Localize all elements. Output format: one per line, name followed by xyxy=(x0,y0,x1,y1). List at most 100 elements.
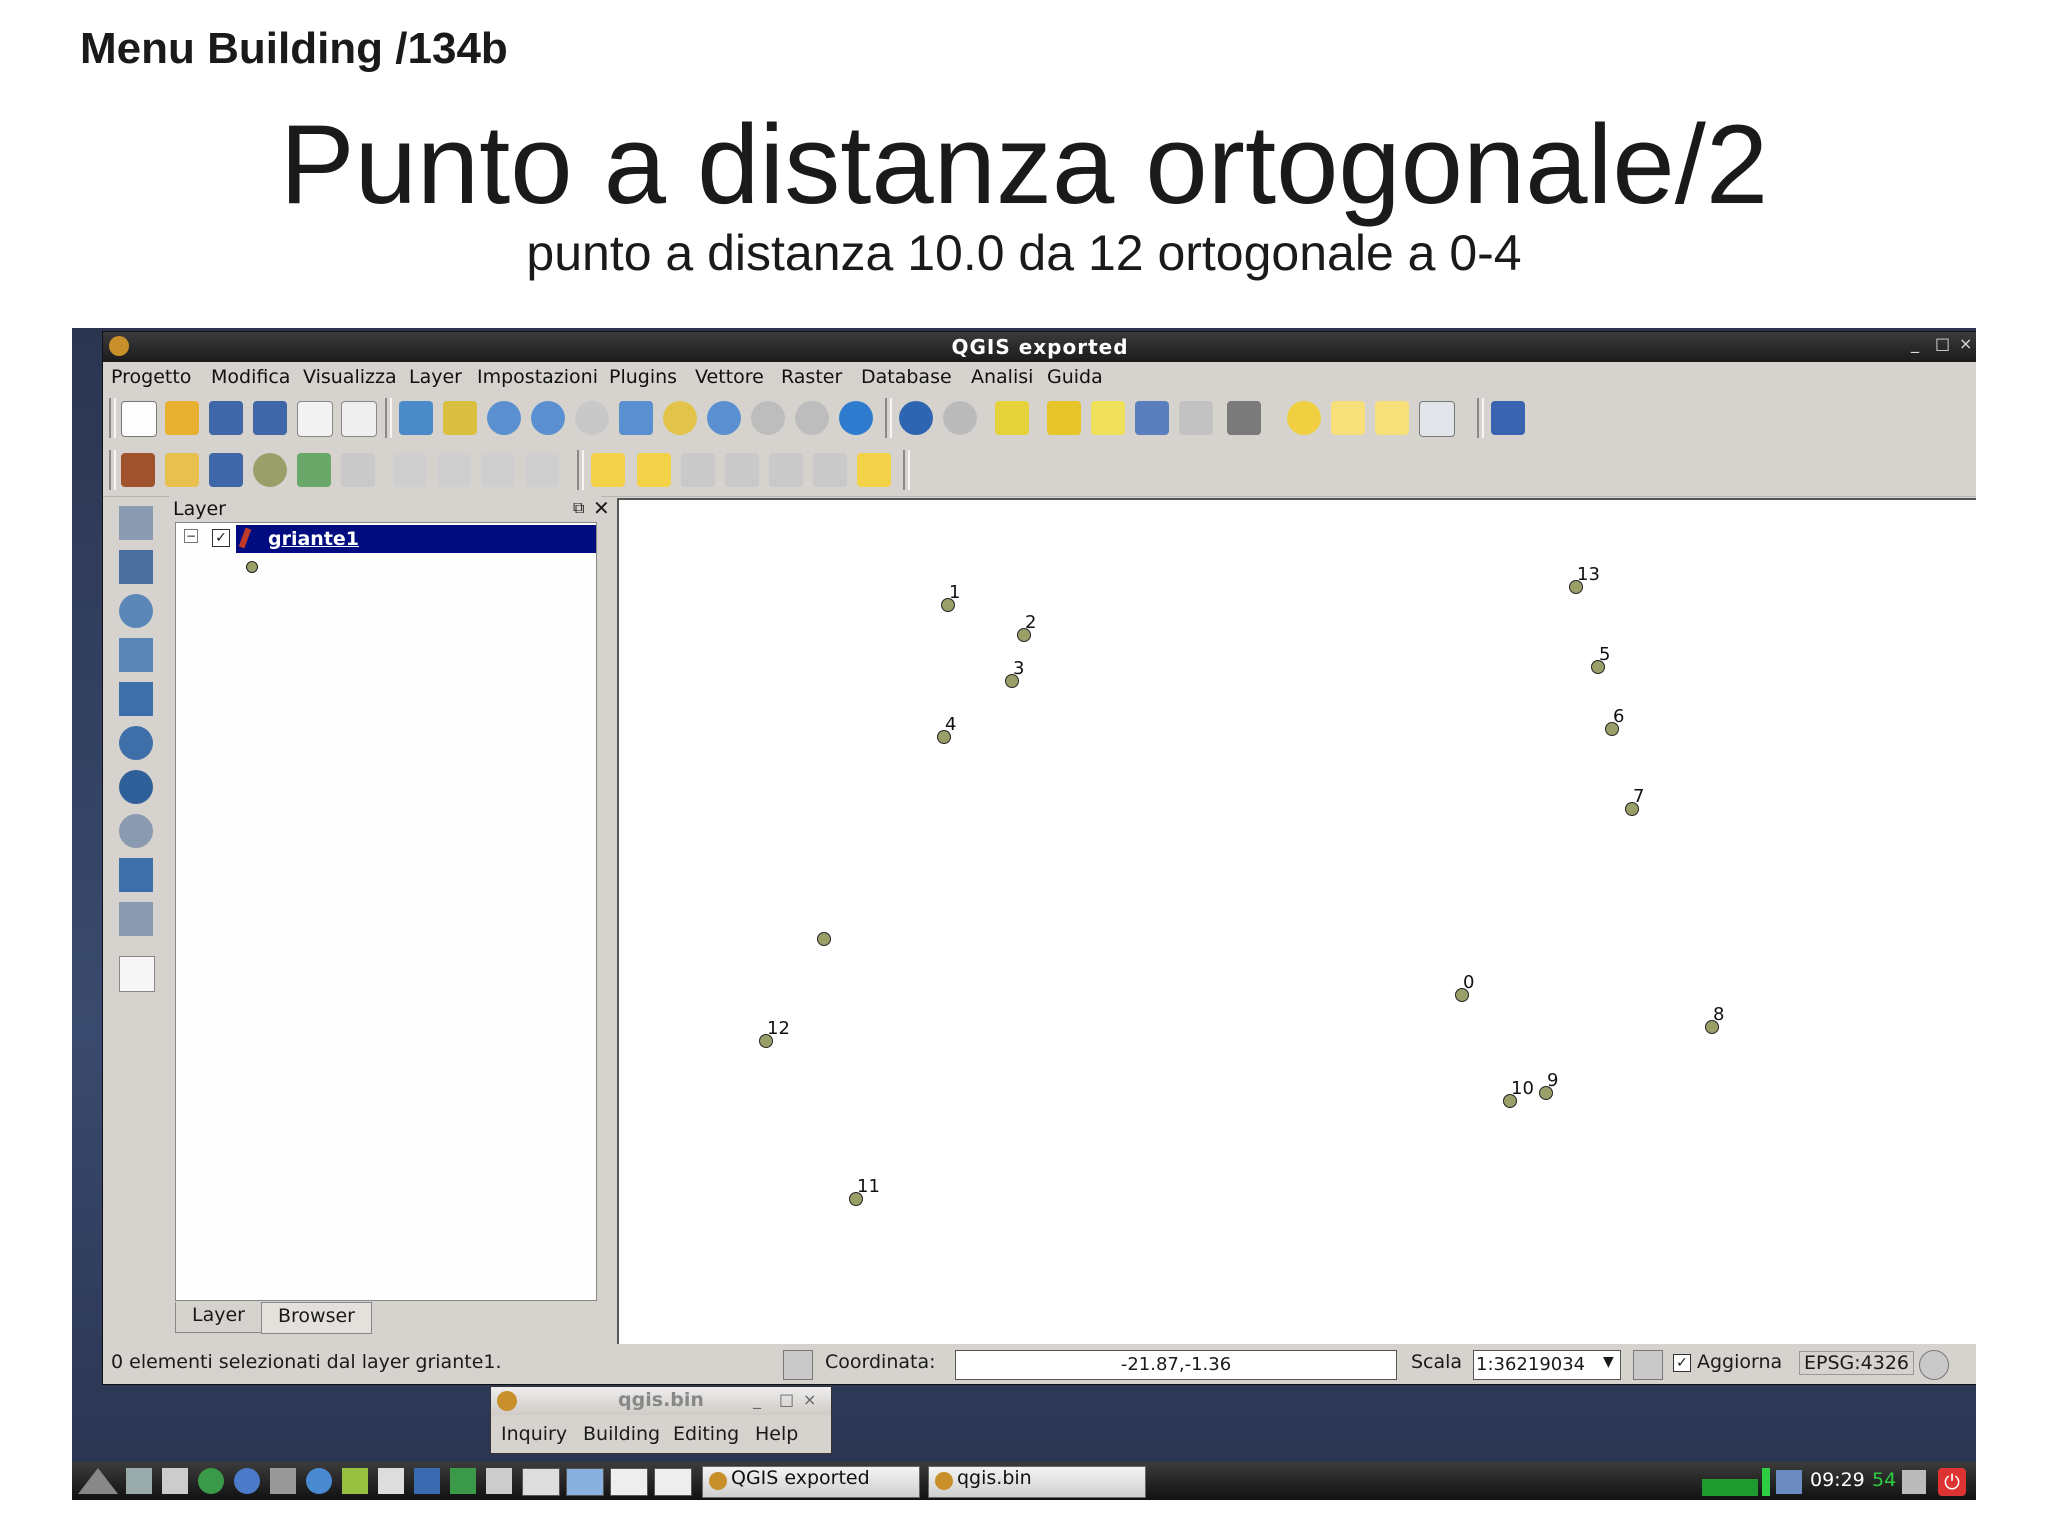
deselect-icon[interactable] xyxy=(1047,401,1081,435)
add-wms-layer-icon[interactable] xyxy=(119,726,153,760)
zoom-last-icon[interactable] xyxy=(751,401,785,435)
power-icon[interactable]: ⏻ xyxy=(1938,1468,1966,1496)
coordinate-field[interactable]: -21.87,-1.36 xyxy=(955,1350,1397,1380)
pan-icon[interactable] xyxy=(399,401,433,435)
save-as-icon[interactable] xyxy=(253,401,287,435)
stop-render-icon[interactable] xyxy=(1633,1350,1663,1380)
task-qgis-exported[interactable]: QGIS exported xyxy=(702,1466,920,1498)
attribute-table-icon[interactable] xyxy=(1135,401,1169,435)
collapse-icon[interactable]: − xyxy=(184,529,198,543)
add-raster-layer-icon[interactable] xyxy=(119,550,153,584)
start-menu-icon[interactable] xyxy=(78,1468,118,1494)
tray-icon[interactable] xyxy=(1902,1470,1926,1494)
change-label-icon[interactable] xyxy=(857,453,891,487)
add-postgis-layer-icon[interactable] xyxy=(119,594,153,628)
window-switch-icon[interactable] xyxy=(486,1468,512,1494)
delete-selected-icon[interactable] xyxy=(393,453,427,487)
new-bookmark-icon[interactable] xyxy=(1331,401,1365,435)
render-checkbox[interactable]: ✓ xyxy=(1673,1354,1691,1372)
scale-combobox[interactable]: 1:36219034 xyxy=(1473,1350,1621,1380)
editor-icon[interactable] xyxy=(378,1468,404,1494)
toolbar-handle[interactable] xyxy=(109,398,116,438)
layer-diagram-icon[interactable] xyxy=(637,453,671,487)
action-icon[interactable] xyxy=(943,401,977,435)
add-wcs-layer-icon[interactable] xyxy=(119,770,153,804)
writer-icon[interactable] xyxy=(414,1468,440,1494)
remove-layer-icon[interactable] xyxy=(119,956,155,992)
show-bookmarks-icon[interactable] xyxy=(1375,401,1409,435)
crs-button[interactable]: EPSG:4326 xyxy=(1799,1351,1915,1375)
move-feature-icon[interactable] xyxy=(297,453,331,487)
workspace-2[interactable] xyxy=(566,1468,604,1496)
text-annotation-icon[interactable] xyxy=(1419,401,1455,437)
zoom-to-layer-icon[interactable] xyxy=(707,401,741,435)
toolbar-handle[interactable] xyxy=(109,450,116,490)
maximize-button[interactable]: □ xyxy=(779,1390,794,1409)
select-features-icon[interactable] xyxy=(995,401,1029,435)
pin-labels-icon[interactable] xyxy=(681,453,715,487)
toggle-editing-icon[interactable] xyxy=(165,453,199,487)
add-vector-layer-icon[interactable] xyxy=(119,506,153,540)
measure-icon[interactable] xyxy=(1227,401,1261,435)
node-tool-icon[interactable] xyxy=(341,453,375,487)
toggle-coordinates-icon[interactable] xyxy=(783,1350,813,1380)
crs-status-icon[interactable] xyxy=(1919,1350,1949,1380)
new-project-icon[interactable] xyxy=(121,401,157,437)
layer-labeling-icon[interactable] xyxy=(591,453,625,487)
zoom-to-selection-icon[interactable] xyxy=(663,401,697,435)
qgis-launcher-icon[interactable] xyxy=(342,1468,368,1494)
whats-this-icon[interactable] xyxy=(1535,401,1569,435)
chevron-down-icon[interactable]: ▼ xyxy=(1603,1354,1614,1370)
close-button[interactable]: × xyxy=(803,1390,816,1409)
zoom-full-icon[interactable] xyxy=(619,401,653,435)
app-launcher-icon[interactable] xyxy=(270,1468,296,1494)
menu-editing[interactable]: Editing xyxy=(673,1423,739,1445)
menu-raster[interactable]: Raster xyxy=(781,366,842,388)
menu-visualizza[interactable]: Visualizza xyxy=(303,366,397,388)
add-spatialite-layer-icon[interactable] xyxy=(119,638,153,672)
network-icon[interactable] xyxy=(1776,1470,1802,1494)
menu-database[interactable]: Database xyxy=(861,366,952,388)
cut-features-icon[interactable] xyxy=(437,453,471,487)
workspace-4[interactable] xyxy=(654,1468,692,1496)
zoom-next-icon[interactable] xyxy=(795,401,829,435)
map-point[interactable] xyxy=(817,932,831,946)
map-tips-icon[interactable] xyxy=(1287,401,1321,435)
menu-progetto[interactable]: Progetto xyxy=(111,366,191,388)
add-wfs-layer-icon[interactable] xyxy=(119,814,153,848)
layer-visibility-checkbox[interactable]: ✓ xyxy=(212,529,230,547)
maximize-button[interactable]: □ xyxy=(1935,334,1950,353)
menu-guida[interactable]: Guida xyxy=(1047,366,1103,388)
task-qgisbin[interactable]: qgis.bin xyxy=(928,1466,1146,1498)
menu-plugins[interactable]: Plugins xyxy=(609,366,677,388)
network-app-icon[interactable] xyxy=(306,1468,332,1494)
minimize-button[interactable]: _ xyxy=(753,1390,761,1409)
identify-icon[interactable] xyxy=(899,401,933,435)
workspace-1[interactable] xyxy=(522,1468,560,1496)
refresh-icon[interactable] xyxy=(839,401,873,435)
workspace-3[interactable] xyxy=(610,1468,648,1496)
add-feature-icon[interactable] xyxy=(253,453,287,487)
terminal-icon[interactable] xyxy=(162,1468,188,1494)
tab-layer[interactable]: Layer xyxy=(175,1302,262,1333)
save-project-icon[interactable] xyxy=(209,401,243,435)
copy-features-icon[interactable] xyxy=(481,453,515,487)
zoom-out-icon[interactable] xyxy=(531,401,565,435)
current-edits-icon[interactable] xyxy=(121,453,155,487)
menu-building[interactable]: Building xyxy=(583,1423,660,1445)
menu-impostazioni[interactable]: Impostazioni xyxy=(477,366,598,388)
menu-help[interactable]: Help xyxy=(755,1423,798,1445)
show-desktop-icon[interactable] xyxy=(126,1468,152,1494)
map-canvas[interactable]: 0 1 2 3 4 5 6 7 8 9 10 11 12 13 xyxy=(617,498,1976,1346)
tab-browser[interactable]: Browser xyxy=(261,1302,372,1334)
minimize-button[interactable]: _ xyxy=(1911,334,1919,353)
move-label-icon[interactable] xyxy=(769,453,803,487)
add-delimited-text-icon[interactable] xyxy=(119,858,153,892)
save-edits-icon[interactable] xyxy=(209,453,243,487)
open-project-icon[interactable] xyxy=(165,401,199,435)
add-mssql-layer-icon[interactable] xyxy=(119,682,153,716)
browser-icon[interactable] xyxy=(234,1468,260,1494)
close-button[interactable]: × xyxy=(1959,334,1972,353)
menu-vettore[interactable]: Vettore xyxy=(695,366,764,388)
expression-select-icon[interactable] xyxy=(1091,401,1125,435)
